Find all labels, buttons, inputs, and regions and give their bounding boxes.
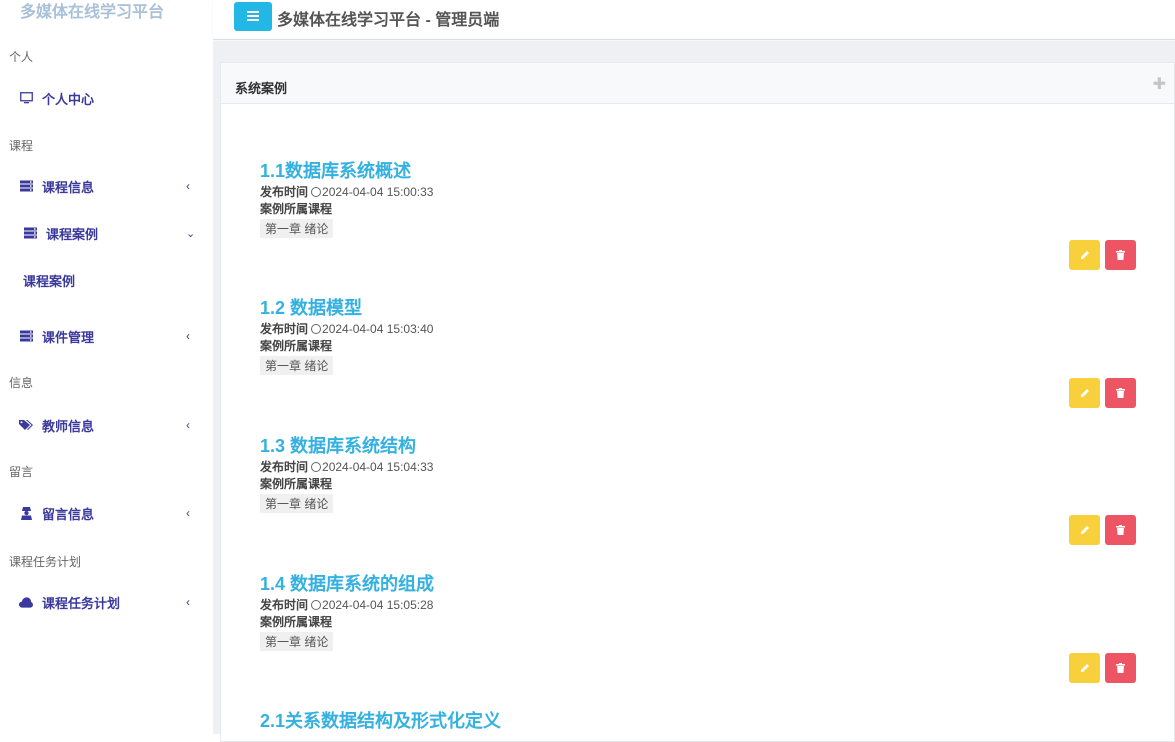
case-meta: 发布时间 2024-04-04 15:00:33 [260, 183, 1140, 201]
sidebar-item-label: 个人中心 [42, 91, 95, 107]
edit-button[interactable] [1069, 653, 1100, 683]
publish-time-value: 2024-04-04 15:05:28 [322, 598, 434, 612]
publish-time-label: 发布时间 [260, 460, 309, 474]
sidebar-item-task-plan[interactable]: 课程任务计划 ‹ [0, 588, 213, 616]
case-title-link[interactable]: 1.3 数据库系统结构 [260, 435, 1140, 457]
section-label-message: 留言 [9, 465, 34, 479]
course-label: 案例所属课程 [260, 202, 333, 216]
pencil-icon [1080, 664, 1089, 672]
section-label-course: 课程 [9, 139, 34, 153]
panel-header: 系统案例 ✚ [221, 63, 1174, 104]
case-title-link[interactable]: 1.1数据库系统概述 [260, 160, 1140, 182]
case-item: 1.4 数据库系统的组成 发布时间 2024-04-04 15:05:28 案例所… [260, 573, 1140, 651]
clock-icon [311, 462, 322, 472]
menu-toggle-button[interactable] [234, 2, 272, 31]
chevron-down-icon: ⌄ [186, 227, 196, 240]
clock-icon [311, 600, 322, 610]
user-secret-icon [19, 506, 33, 520]
publish-time-value: 2024-04-04 15:03:40 [322, 322, 434, 336]
clock-icon [311, 187, 322, 197]
case-meta: 发布时间 2024-04-04 15:03:40 [260, 320, 1140, 338]
page-title: 多媒体在线学习平台 - 管理员端 [277, 12, 500, 29]
trash-icon [1116, 663, 1125, 673]
delete-button[interactable] [1105, 378, 1136, 408]
tags-icon [19, 418, 33, 432]
course-tag: 第一章 绪论 [260, 494, 334, 513]
edit-button[interactable] [1069, 378, 1100, 408]
trash-icon [1116, 525, 1125, 535]
cloud-icon [19, 595, 33, 609]
course-label: 案例所属课程 [260, 339, 333, 353]
course-tag: 第一章 绪论 [260, 219, 334, 238]
chevron-left-icon: ‹ [186, 179, 190, 193]
pencil-icon [1080, 526, 1089, 534]
sidebar-item-courseware[interactable]: 课件管理 ‹ [0, 322, 213, 350]
course-tag: 第一章 绪论 [260, 632, 334, 651]
case-item: 2.1关系数据结构及形式化定义 [260, 710, 1140, 732]
edit-button[interactable] [1069, 515, 1100, 545]
pencil-icon [1080, 389, 1089, 397]
case-item: 1.1数据库系统概述 发布时间 2024-04-04 15:00:33 案例所属课… [260, 160, 1140, 238]
server-icon [19, 329, 33, 343]
plus-icon[interactable]: ✚ [1153, 74, 1166, 94]
publish-time-label: 发布时间 [260, 322, 309, 336]
sidebar-item-label: 课程信息 [42, 179, 95, 195]
chevron-left-icon: ‹ [186, 418, 190, 432]
clock-icon [311, 324, 322, 334]
chevron-left-icon: ‹ [186, 329, 190, 343]
brand-logo-text: 多媒体在线学习平台 [20, 4, 165, 21]
publish-time-value: 2024-04-04 15:00:33 [322, 185, 434, 199]
panel-title: 系统案例 [235, 81, 288, 96]
case-title-link[interactable]: 2.1关系数据结构及形式化定义 [260, 710, 1140, 732]
sidebar-item-personal-center[interactable]: 个人中心 [0, 84, 213, 112]
top-navbar: 多媒体在线学习平台 - 管理员端 [213, 0, 1175, 40]
case-title-link[interactable]: 1.4 数据库系统的组成 [260, 573, 1140, 595]
server-icon [23, 226, 37, 240]
delete-button[interactable] [1105, 515, 1136, 545]
trash-icon [1116, 250, 1125, 260]
chevron-left-icon: ‹ [186, 595, 190, 609]
course-tag: 第一章 绪论 [260, 356, 334, 375]
case-meta: 发布时间 2024-04-04 15:05:28 [260, 596, 1140, 614]
sidebar-item-label: 教师信息 [42, 418, 95, 434]
course-label: 案例所属课程 [260, 477, 333, 491]
sidebar-item-label: 课程案例 [46, 226, 99, 242]
section-label-personal: 个人 [9, 50, 34, 64]
case-item: 1.3 数据库系统结构 发布时间 2024-04-04 15:04:33 案例所属… [260, 435, 1140, 513]
sidebar-item-message-info[interactable]: 留言信息 ‹ [0, 499, 213, 527]
sidebar-item-label: 课件管理 [42, 329, 95, 345]
publish-time-label: 发布时间 [260, 185, 309, 199]
publish-time-label: 发布时间 [260, 598, 309, 612]
hamburger-icon [247, 8, 259, 26]
sidebar: 多媒体在线学习平台 个人 个人中心 课程 课程信息 ‹ 课程案例 ⌄ 课程案例 … [0, 0, 213, 734]
case-meta: 发布时间 2024-04-04 15:04:33 [260, 458, 1140, 476]
section-label-plan: 课程任务计划 [9, 555, 82, 569]
sidebar-subitem-course-case[interactable]: 课程案例 [23, 271, 75, 290]
monitor-icon [19, 91, 33, 105]
publish-time-value: 2024-04-04 15:04:33 [322, 460, 434, 474]
sidebar-item-course-info[interactable]: 课程信息 ‹ [0, 172, 213, 200]
delete-button[interactable] [1105, 240, 1136, 270]
edit-button[interactable] [1069, 240, 1100, 270]
case-title-link[interactable]: 1.2 数据模型 [260, 297, 1140, 319]
sidebar-item-label: 留言信息 [42, 506, 95, 522]
server-icon [19, 179, 33, 193]
sidebar-item-teacher-info[interactable]: 教师信息 ‹ [0, 411, 213, 439]
case-panel: 系统案例 ✚ 1.1数据库系统概述 发布时间 2024-04-04 15:00:3… [220, 62, 1175, 742]
sidebar-item-label: 课程任务计划 [42, 595, 121, 611]
delete-button[interactable] [1105, 653, 1136, 683]
chevron-left-icon: ‹ [186, 506, 190, 520]
case-item: 1.2 数据模型 发布时间 2024-04-04 15:03:40 案例所属课程 … [260, 297, 1140, 375]
trash-icon [1116, 388, 1125, 398]
course-label: 案例所属课程 [260, 615, 333, 629]
pencil-icon [1080, 251, 1089, 259]
sidebar-item-course-case[interactable]: 课程案例 ⌄ [0, 219, 213, 247]
section-label-info: 信息 [9, 376, 34, 390]
main-content: 系统案例 ✚ 1.1数据库系统概述 发布时间 2024-04-04 15:00:3… [213, 41, 1175, 742]
